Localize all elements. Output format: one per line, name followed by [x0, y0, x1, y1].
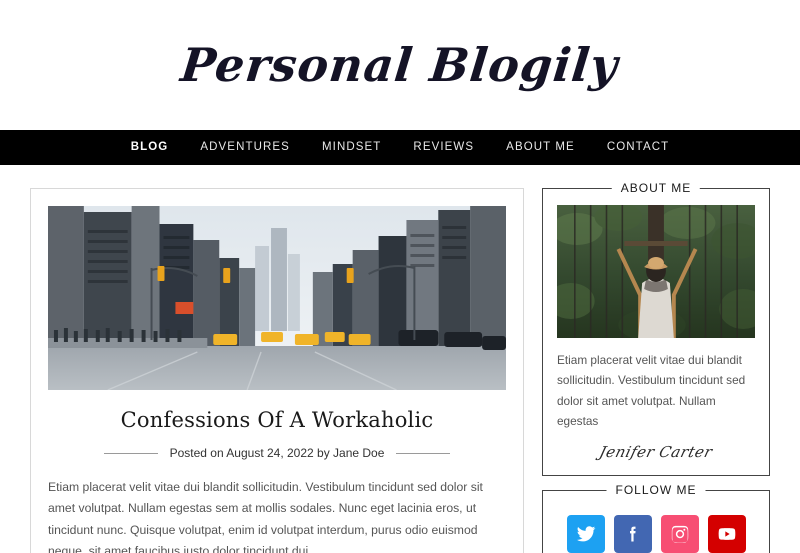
- follow-me-widget-title: FOLLOW ME: [606, 483, 706, 498]
- twitter-icon[interactable]: [566, 515, 605, 553]
- article-card: Confessions Of A Workaholic Posted on Au…: [30, 188, 524, 553]
- sidebar: ABOUT ME Etiam placerat velit vitae dui …: [542, 181, 770, 553]
- about-me-signature: Jenifer Carter: [597, 443, 715, 462]
- about-me-text: Etiam placerat velit vitae dui blandit s…: [557, 353, 746, 428]
- meta-rule-right: [396, 452, 451, 454]
- nav-item-mindset[interactable]: MINDSET: [306, 130, 397, 165]
- city-street-photo-illustration: [48, 206, 506, 390]
- about-me-widget: ABOUT ME Etiam placerat velit vitae dui …: [542, 181, 770, 477]
- about-me-widget-title: ABOUT ME: [611, 181, 701, 195]
- social-links-row: [557, 515, 755, 553]
- post-excerpt: Etiam placerat velit vitae dui blandit s…: [48, 480, 483, 553]
- follow-me-widget: FOLLOW ME: [542, 483, 770, 553]
- nav-item-contact[interactable]: CONTACT: [591, 130, 685, 165]
- meta-rule-left: [103, 452, 158, 454]
- about-me-image[interactable]: [557, 205, 755, 338]
- youtube-icon[interactable]: [707, 515, 746, 553]
- main-navigation: BLOG ADVENTURES MINDSET REVIEWS ABOUT ME…: [0, 130, 800, 165]
- nav-item-blog[interactable]: BLOG: [115, 130, 185, 165]
- site-title[interactable]: Personal Blogily: [179, 38, 622, 92]
- post-meta: Posted on August 24, 2022 by Jane Doe: [48, 446, 506, 460]
- post-meta-text: Posted on August 24, 2022 by Jane Doe: [169, 446, 385, 460]
- nav-item-about-me[interactable]: ABOUT ME: [490, 130, 591, 165]
- instagram-icon[interactable]: [660, 515, 699, 553]
- nav-item-adventures[interactable]: ADVENTURES: [184, 130, 306, 165]
- nav-item-reviews[interactable]: REVIEWS: [397, 130, 490, 165]
- post-featured-image[interactable]: [48, 206, 506, 390]
- woman-on-rope-bridge-illustration: [557, 205, 755, 338]
- page-body: Confessions Of A Workaholic Posted on Au…: [0, 165, 800, 553]
- post-title[interactable]: Confessions Of A Workaholic: [48, 408, 506, 432]
- main-content: Confessions Of A Workaholic Posted on Au…: [30, 188, 524, 553]
- site-header: Personal Blogily: [0, 0, 800, 130]
- facebook-icon[interactable]: [613, 515, 652, 553]
